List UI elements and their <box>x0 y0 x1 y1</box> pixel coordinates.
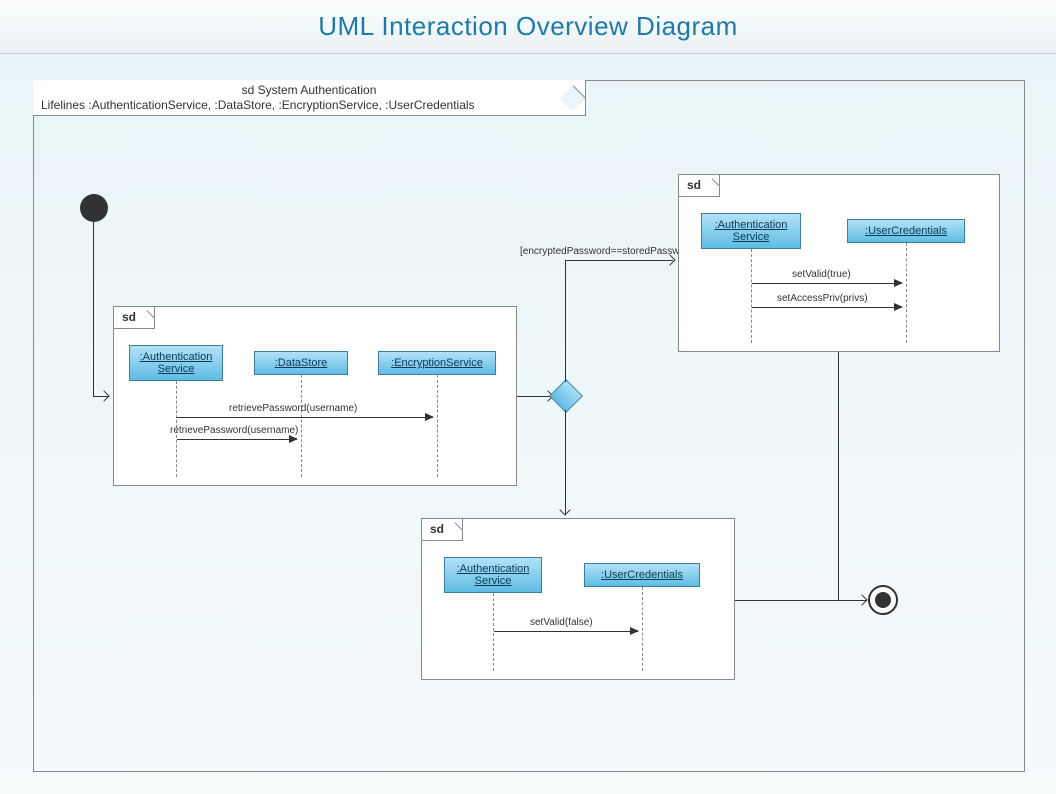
flow-line <box>565 260 673 261</box>
dashed-line <box>906 243 907 343</box>
message-arrow <box>177 439 297 440</box>
lifeline-user-credentials: :UserCredentials <box>847 219 965 243</box>
message-arrow <box>177 417 433 418</box>
dashed-line <box>301 375 302 477</box>
main-frame-title: sd System Authentication <box>41 83 577 98</box>
message-label: retrievePassword(username) <box>170 425 298 436</box>
page-title: UML Interaction Overview Diagram <box>318 11 738 42</box>
diagram-canvas: sd System Authentication Lifelines :Auth… <box>0 54 1056 794</box>
sd-label: sd <box>679 175 720 197</box>
initial-node <box>80 194 108 222</box>
lifeline-auth-service: :Authentication Service <box>444 557 542 593</box>
title-bar: UML Interaction Overview Diagram <box>0 0 1056 54</box>
dashed-line <box>437 375 438 477</box>
sd-frame-2: sd :Authentication Service :UserCredenti… <box>678 174 1000 352</box>
sd-frame-1: sd :Authentication Service :DataStore :E… <box>113 306 517 486</box>
lifeline-auth-service: :Authentication Service <box>701 213 801 249</box>
dashed-line <box>493 593 494 671</box>
lifeline-user-credentials: :UserCredentials <box>584 563 700 587</box>
lifeline-auth-service: :Authentication Service <box>129 345 223 381</box>
message-arrow <box>494 631 638 632</box>
sd-label: sd <box>422 519 463 541</box>
sd-frame-3: sd :Authentication Service :UserCredenti… <box>421 518 735 680</box>
main-frame-lifelines: Lifelines :AuthenticationService, :DataS… <box>41 98 577 113</box>
message-arrow <box>752 283 902 284</box>
sd-label: sd <box>114 307 155 329</box>
message-label: setAccessPriv(privs) <box>777 293 868 304</box>
final-node <box>868 585 898 615</box>
flow-line <box>565 410 566 514</box>
message-label: setValid(false) <box>530 617 593 628</box>
lifeline-datastore: :DataStore <box>254 351 348 375</box>
flow-line <box>93 222 94 396</box>
flow-line <box>838 352 839 600</box>
dashed-line <box>751 249 752 343</box>
lifeline-encryption: :EncryptionService <box>378 351 496 375</box>
flow-line <box>565 260 566 382</box>
flow-line <box>735 600 866 601</box>
guard-label: [encryptedPassword==storedPassword] <box>520 246 697 257</box>
dashed-line <box>642 587 643 671</box>
main-frame-label: sd System Authentication Lifelines :Auth… <box>33 80 586 116</box>
message-arrow <box>752 307 902 308</box>
message-label: retrievePassword(username) <box>229 403 357 414</box>
message-label: setValid(true) <box>792 269 851 280</box>
